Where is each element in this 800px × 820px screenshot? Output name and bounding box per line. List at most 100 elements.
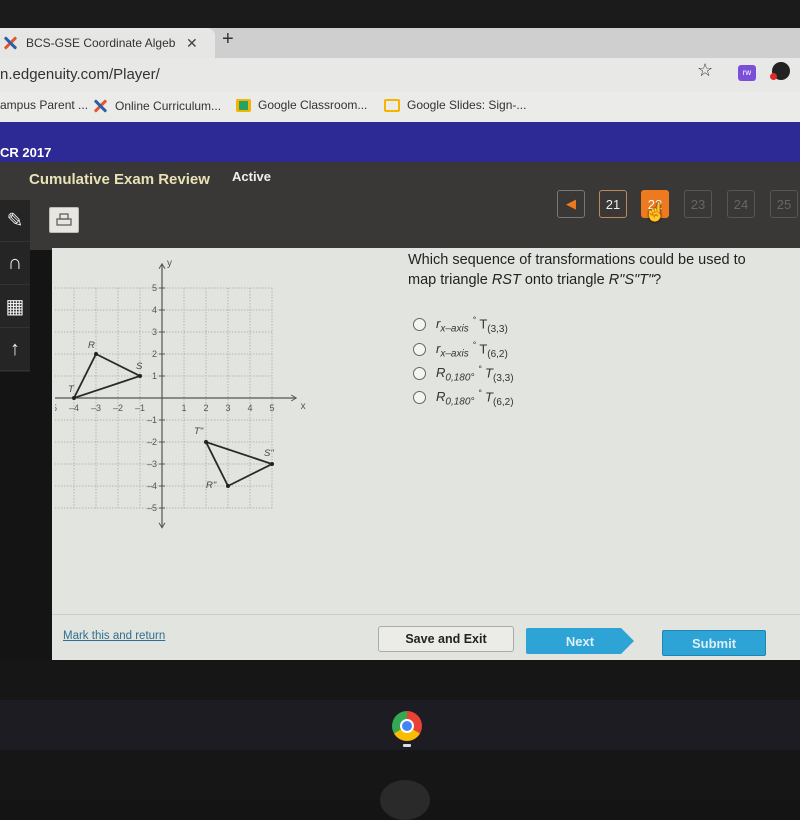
x-tick-label: –1 (135, 403, 145, 413)
bookmark-star-icon[interactable]: ☆ (697, 60, 713, 81)
answer-option-1[interactable]: rx–axis° T(3,3) (413, 315, 508, 335)
triangle-image: R"S"T" (608, 272, 654, 288)
question-text: Which sequence of transformations could … (408, 252, 746, 288)
x-tick-label: –2 (113, 403, 123, 413)
mark-and-return-link[interactable]: Mark this and return (63, 630, 165, 642)
answer-option-3[interactable]: R0,180°° T(3,3) (413, 364, 514, 384)
calculator-tool[interactable]: ▦ (0, 286, 30, 328)
vertex-point (270, 462, 274, 466)
radio-button[interactable] (413, 367, 426, 381)
x-tick-label: –4 (69, 403, 79, 413)
edgenuity-logo-icon (2, 35, 18, 51)
y-tick-label: 1 (152, 371, 157, 381)
bookmark-google-classroom[interactable]: Google Classroom... (236, 98, 367, 112)
y-tick-label: –3 (147, 459, 157, 469)
bookmark-label: ampus Parent ... (0, 98, 89, 112)
vertex-label: T" (194, 426, 204, 437)
url-field[interactable]: n.edgenuity.com/Player/ (0, 66, 160, 83)
y-tick-label: –4 (147, 481, 157, 491)
chrome-icon[interactable] (392, 711, 422, 741)
calculator-icon: ▦ (5, 296, 25, 318)
vertex-point (94, 352, 98, 356)
tab-title: BCS-GSE Coordinate Algebra CR (26, 36, 176, 50)
y-tick-label: –1 (147, 415, 157, 425)
question-page-24[interactable]: 24 (727, 190, 755, 218)
audio-tool[interactable]: ∩ (0, 243, 30, 285)
browser-tab[interactable]: BCS-GSE Coordinate Algebra CR ✕ (0, 28, 215, 58)
activity-title: Cumulative Exam Review (29, 171, 210, 188)
y-tick-label: 2 (152, 349, 157, 359)
headphones-icon: ∩ (7, 252, 23, 274)
pencil-tool[interactable]: ✎ (0, 200, 30, 242)
vertex-point (226, 484, 230, 488)
activity-status: Active (232, 169, 272, 184)
extension-icon[interactable]: rw (738, 65, 756, 81)
option-label: rx–axis° T(3,3) (436, 315, 508, 335)
vertex-label: S (136, 361, 143, 372)
screen-bezel (0, 0, 800, 30)
x-tick-label: –3 (91, 403, 101, 413)
printer-icon (56, 213, 72, 226)
vertex-label: S" (264, 448, 274, 459)
bookmark-google-slides[interactable]: Google Slides: Sign-... (384, 98, 526, 112)
google-slides-icon (384, 98, 400, 112)
bookmark-online-curriculum[interactable]: Online Curriculum... (92, 98, 221, 114)
y-tick-label: 4 (152, 305, 157, 315)
previous-question-button[interactable]: ◀ (557, 190, 585, 218)
y-tick-label: –2 (147, 437, 157, 447)
vertex-point (72, 396, 76, 400)
collapse-tool[interactable]: ↑ (0, 329, 30, 371)
save-and-exit-button[interactable]: Save and Exit (378, 626, 514, 652)
y-tick-label: –5 (147, 503, 157, 513)
option-label: rx–axis° T(6,2) (436, 340, 508, 360)
vertex-label: R" (206, 480, 217, 491)
vertex-point (138, 374, 142, 378)
question-page-21[interactable]: 21 (599, 190, 627, 218)
new-tab-button[interactable]: + (222, 28, 234, 51)
radio-button[interactable] (413, 343, 426, 357)
edgenuity-logo-icon (92, 98, 108, 114)
answer-option-4[interactable]: R0,180°° T(6,2) (413, 388, 514, 408)
x-tick-label: –5 (55, 403, 57, 413)
radio-button[interactable] (413, 391, 426, 405)
graph-triangles: RSTR"S"T" (68, 340, 275, 491)
question-page-25[interactable]: 25 (770, 190, 798, 218)
vertex-label: R (88, 340, 95, 351)
running-indicator (403, 744, 411, 747)
arrow-up-icon: ↑ (10, 338, 20, 360)
bookmark-campus-parent[interactable]: ampus Parent ... (0, 98, 88, 112)
x-axis-label: x (301, 401, 306, 412)
hand-cursor-icon: ☝ (644, 202, 667, 222)
bookmark-label: Online Curriculum... (115, 99, 222, 113)
print-button[interactable] (49, 207, 79, 233)
x-tick-label: 1 (181, 403, 186, 413)
close-tab-icon[interactable]: ✕ (186, 35, 198, 52)
bookmark-label: Google Slides: Sign-... (407, 98, 527, 112)
option-label: R0,180°° T(6,2) (436, 388, 514, 408)
submit-button[interactable]: Submit (662, 630, 766, 656)
x-tick-label: 2 (203, 403, 208, 413)
y-axis-label: y (167, 258, 172, 269)
bookmark-label: Google Classroom... (258, 98, 368, 112)
profile-avatar[interactable] (770, 62, 790, 80)
footer-divider (52, 614, 800, 615)
course-header (0, 122, 800, 164)
pencil-icon: ✎ (6, 210, 24, 232)
next-button[interactable]: Next (526, 628, 634, 654)
x-tick-label: 5 (269, 403, 274, 413)
vertex-point (204, 440, 208, 444)
y-tick-label: 5 (152, 283, 157, 293)
google-classroom-icon (236, 98, 251, 112)
coordinate-graph: xy –5–4–3–2–11234554321–1–2–3–4–5 RSTR"S… (55, 258, 306, 529)
y-tick-label: 3 (152, 327, 157, 337)
graph-axes: xy (55, 258, 306, 529)
answer-option-2[interactable]: rx–axis° T(6,2) (413, 340, 508, 360)
hp-logo-icon (380, 780, 430, 820)
question-page-23[interactable]: 23 (684, 190, 712, 218)
x-tick-label: 3 (225, 403, 230, 413)
course-title: CR 2017 (0, 145, 52, 160)
option-label: R0,180°° T(3,3) (436, 364, 514, 384)
radio-button[interactable] (413, 318, 426, 332)
x-tick-label: 4 (247, 403, 252, 413)
triangle-rst: RST (491, 272, 521, 288)
